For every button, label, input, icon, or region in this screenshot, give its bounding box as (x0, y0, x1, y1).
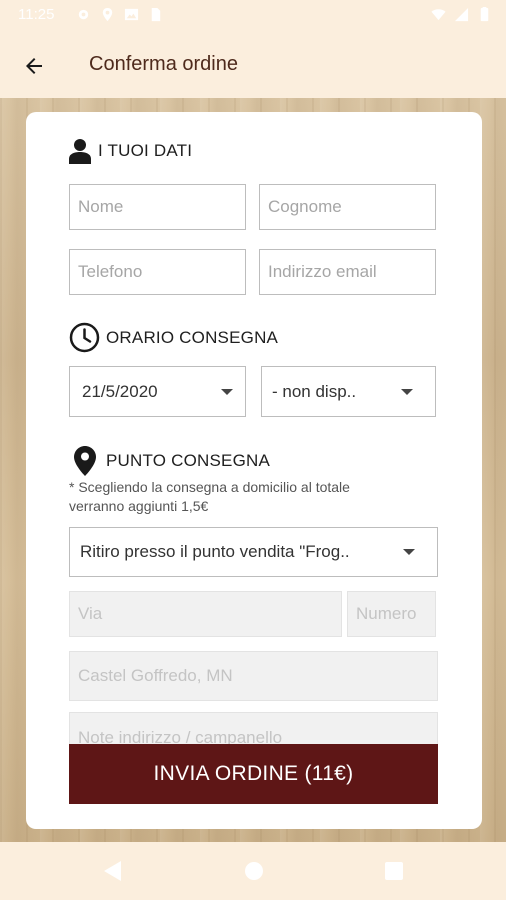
page-title: Conferma ordine (89, 53, 238, 75)
street-field[interactable] (69, 591, 342, 637)
number-field[interactable] (347, 591, 436, 637)
email-input[interactable] (260, 250, 435, 294)
chevron-down-icon (401, 388, 413, 395)
back-triangle-icon[interactable] (103, 860, 123, 882)
chevron-down-icon (403, 549, 415, 555)
street-input[interactable] (70, 592, 341, 636)
back-button[interactable] (20, 52, 48, 80)
time-value: - non disp.. (272, 381, 357, 401)
time-dropdown[interactable]: - non disp.. (261, 366, 436, 417)
chevron-down-icon (221, 388, 233, 395)
wifi-icon (431, 9, 446, 21)
last-name-field[interactable] (259, 184, 436, 230)
map-pin-icon (74, 446, 96, 476)
section-delivery-title: PUNTO CONSEGNA (106, 451, 271, 470)
status-icons-left (76, 7, 163, 22)
number-input[interactable] (348, 592, 435, 636)
battery-icon (480, 7, 489, 22)
city-input[interactable] (70, 652, 437, 700)
location-icon (102, 7, 113, 22)
section-delivery-header: PUNTO CONSEGNA (74, 446, 270, 476)
phone-field[interactable] (69, 249, 246, 295)
signal-icon (454, 7, 469, 22)
section-time-header: ORARIO CONSEGNA (69, 322, 278, 353)
sim-icon (151, 7, 161, 22)
delivery-option-value: Ritiro presso il punto vendita "Frog.. (80, 542, 350, 561)
image-icon (124, 8, 139, 21)
email-field[interactable] (259, 249, 436, 295)
submit-order-button[interactable]: INVIA ORDINE (11€) (69, 744, 438, 804)
last-name-input[interactable] (260, 185, 435, 229)
date-value: 21/5/2020 (82, 381, 158, 401)
section-time-title: ORARIO CONSEGNA (106, 327, 279, 347)
first-name-field[interactable] (69, 184, 246, 230)
arrow-left-icon (26, 58, 42, 74)
status-icons-right (431, 7, 492, 22)
home-circle-icon[interactable] (244, 860, 264, 882)
order-form-card: I TUOI DATI ORARIO CONSEGNA 21/5/2020 - … (26, 112, 482, 829)
section-personal-header: I TUOI DATI (69, 138, 192, 164)
app-bar: Conferma ordine (0, 32, 506, 98)
status-time: 11:25 (18, 6, 55, 23)
system-nav-bar (0, 842, 506, 900)
gear-icon (78, 9, 89, 20)
status-bar: 11:25 (0, 0, 506, 32)
first-name-input[interactable] (70, 185, 245, 229)
delivery-option-dropdown[interactable]: Ritiro presso il punto vendita "Frog.. (69, 527, 438, 577)
date-dropdown[interactable]: 21/5/2020 (69, 366, 246, 417)
person-icon (69, 139, 91, 164)
phone-input[interactable] (70, 250, 245, 294)
recents-square-icon[interactable] (384, 860, 404, 882)
clock-icon (69, 322, 100, 353)
section-personal-title: I TUOI DATI (98, 141, 193, 160)
delivery-fee-note: * Scegliendo la consegna a domicilio al … (69, 479, 350, 514)
city-field[interactable] (69, 651, 438, 701)
